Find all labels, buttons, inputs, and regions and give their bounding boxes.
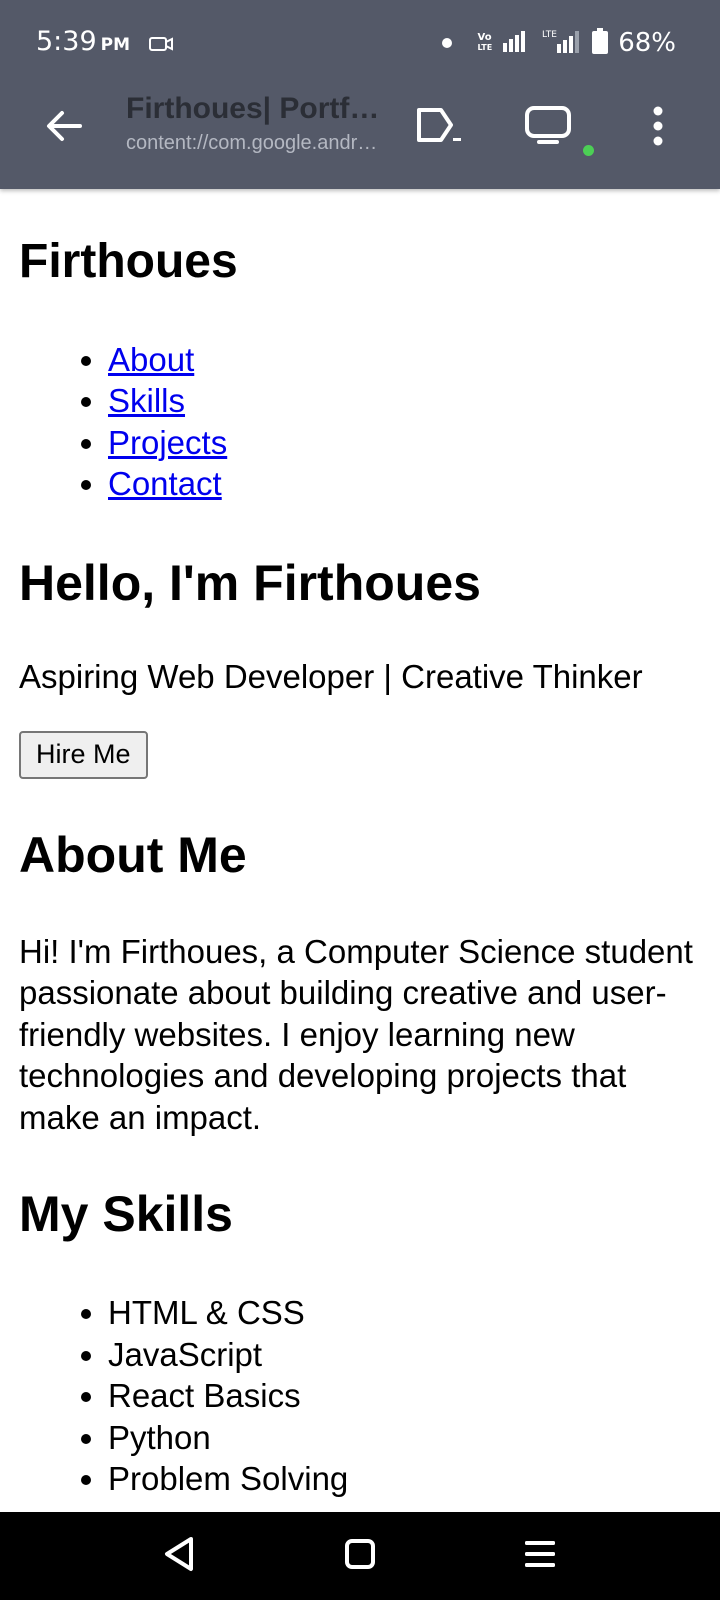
nav-item-skills: Skills	[108, 380, 701, 422]
nav-item-projects: Projects	[108, 422, 701, 464]
skills-list: HTML & CSS JavaScript React Basics Pytho…	[19, 1292, 701, 1500]
nav-link-skills[interactable]: Skills	[108, 382, 185, 419]
skill-item: Problem Solving	[108, 1458, 701, 1500]
volte-bottom-label: LTE	[477, 43, 493, 52]
skills-title: My Skills	[19, 1186, 233, 1243]
battery-percent: 68%	[618, 28, 676, 58]
nav-home-button[interactable]	[336, 1532, 384, 1580]
nav-link-about[interactable]: About	[108, 341, 194, 378]
status-ampm: PM	[100, 35, 131, 55]
nav-recents-button[interactable]	[516, 1532, 564, 1580]
toolbar-url: content://com.google.android.apps.docs.s…	[126, 132, 386, 154]
nav-back-icon	[162, 1535, 196, 1578]
back-arrow-icon	[44, 108, 84, 149]
share-icon	[415, 104, 465, 153]
nav-back-button[interactable]	[155, 1532, 203, 1580]
hero-title: Hello, I'm Firthoues	[19, 554, 481, 611]
active-indicator-dot	[583, 145, 594, 156]
toolbar-title-block[interactable]: Firthoues| Portfolio content://com.googl…	[126, 92, 386, 155]
cast-button[interactable]	[520, 100, 576, 156]
hire-me-button[interactable]: Hire Me	[19, 730, 148, 779]
skill-item: React Basics	[108, 1375, 701, 1417]
cast-screen-icon	[524, 104, 572, 153]
web-page-content: Firthoues About Skills Projects Contact …	[0, 189, 720, 1512]
nav-link-contact[interactable]: Contact	[108, 465, 222, 502]
nav-home-icon	[343, 1537, 377, 1576]
nav-recents-icon	[523, 1539, 557, 1574]
site-name: Firthoues	[19, 235, 238, 288]
system-nav-bar	[0, 1512, 720, 1600]
svg-text:LTE: LTE	[542, 30, 557, 40]
screen-record-icon	[148, 35, 174, 58]
lte-signal-icon: LTE	[538, 28, 582, 59]
more-options-button[interactable]	[630, 100, 686, 156]
site-nav-list: About Skills Projects Contact	[19, 339, 701, 505]
status-clock: 5:39 PM	[36, 26, 130, 57]
nav-item-about: About	[108, 339, 701, 381]
status-icons: Vo LTE LTE 68%	[441, 26, 676, 60]
battery-icon	[592, 27, 609, 59]
about-title: About Me	[19, 826, 247, 883]
volte-top-label: Vo	[477, 32, 492, 43]
phone-screen: 5:39 PM Vo LTE LTE 68% Firthoues| Portfo…	[0, 0, 720, 1600]
more-vertical-icon	[652, 106, 664, 151]
signal-icon	[502, 29, 528, 58]
skill-item: JavaScript	[108, 1334, 701, 1376]
page-inner: Firthoues About Skills Projects Contact …	[0, 233, 720, 1500]
volte-icon: Vo LTE	[478, 33, 493, 53]
skill-item: HTML & CSS	[108, 1292, 701, 1334]
nav-item-contact: Contact	[108, 463, 701, 505]
nav-link-projects[interactable]: Projects	[108, 424, 227, 461]
status-time-value: 5:39	[36, 26, 97, 57]
hero-subtitle: Aspiring Web Developer | Creative Thinke…	[19, 657, 643, 695]
back-button[interactable]	[40, 104, 88, 152]
browser-top-bar: 5:39 PM Vo LTE LTE 68% Firthoues| Portfo…	[0, 0, 720, 189]
toolbar-title: Firthoues| Portfolio	[126, 92, 386, 125]
share-button[interactable]	[412, 100, 468, 156]
notification-dot-icon	[441, 38, 452, 48]
about-text: Hi! I'm Firthoues, a Computer Science st…	[19, 932, 693, 1136]
skill-item: Python	[108, 1417, 701, 1459]
